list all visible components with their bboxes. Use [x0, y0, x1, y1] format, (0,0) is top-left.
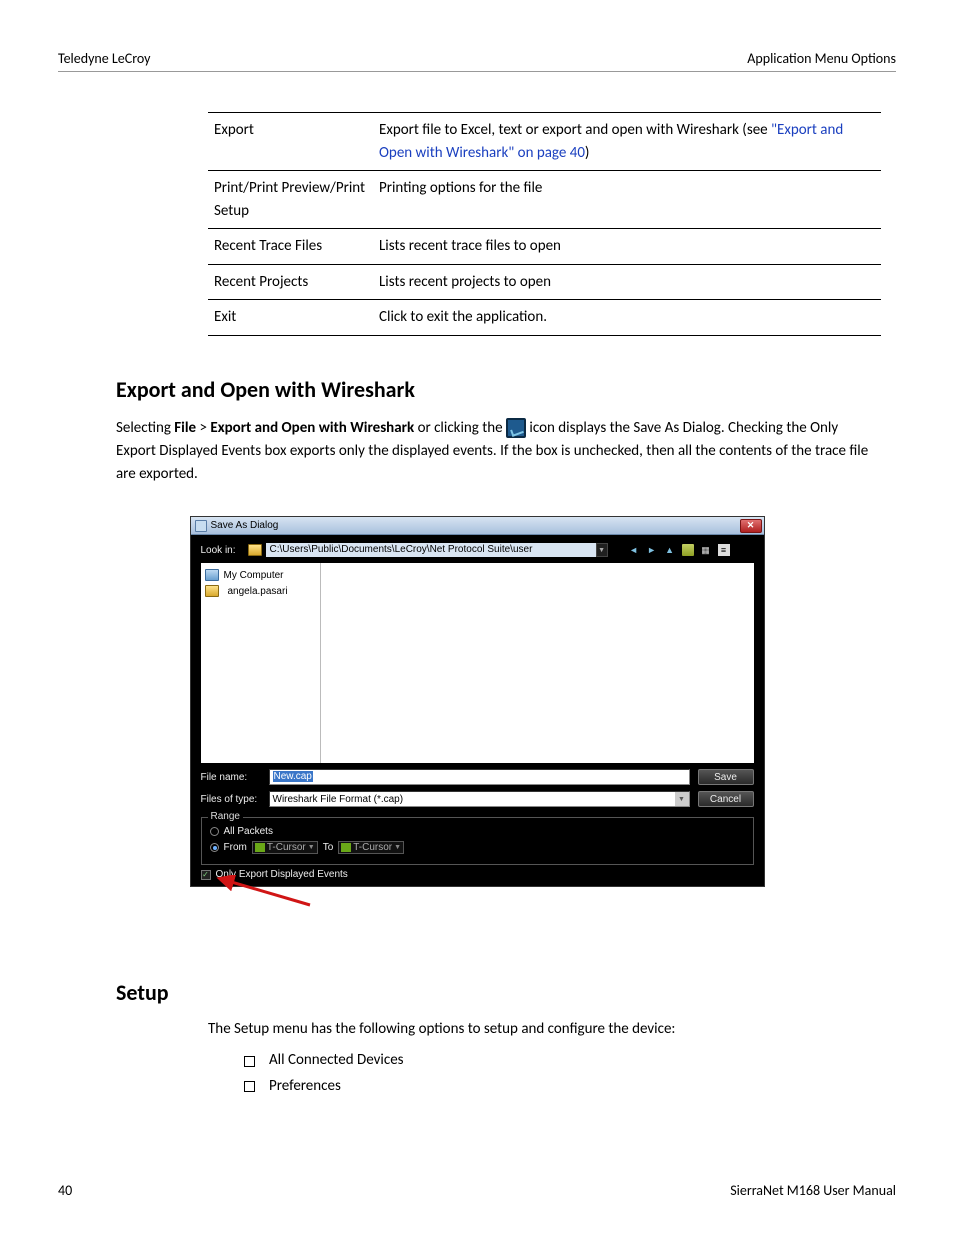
to-cursor-select[interactable]: T-Cursor▼: [338, 841, 404, 854]
table-row: Recent Trace Files Lists recent trace fi…: [208, 229, 881, 265]
dialog-icon: [195, 520, 207, 532]
from-cursor-select[interactable]: T-Cursor▼: [252, 841, 318, 854]
lookin-label: Look in:: [201, 545, 236, 556]
list-item: All Connected Devices: [244, 1048, 881, 1074]
setup-bullet-list: All Connected Devices Preferences: [208, 1048, 881, 1099]
save-button[interactable]: Save: [698, 769, 754, 785]
cell-desc: Click to exit the application.: [373, 300, 881, 336]
page-header: Teledyne LeCroy Application Menu Options: [58, 50, 896, 72]
lookin-combo[interactable]: C:\Users\Public\Documents\LeCroy\Net Pro…: [248, 543, 608, 557]
content-area: Export Export file to Excel, text or exp…: [58, 112, 896, 336]
page-footer: 40 SierraNet M168 User Manual: [58, 1182, 896, 1199]
filetype-select[interactable]: Wireshark File Format (*.cap) ▼: [269, 791, 690, 807]
wireshark-icon: [506, 418, 526, 438]
icons-view-icon[interactable]: ▦: [700, 544, 712, 556]
range-group: Range All Packets From T-Cursor▼ To T-Cu…: [201, 817, 754, 865]
back-icon[interactable]: ◄: [628, 544, 640, 556]
radio-icon: [210, 827, 219, 836]
list-view-icon[interactable]: ≡: [718, 544, 730, 556]
cell-desc: Lists recent trace files to open: [373, 229, 881, 265]
forward-icon[interactable]: ►: [646, 544, 658, 556]
cell-name: Recent Trace Files: [208, 229, 373, 265]
computer-icon: [205, 569, 219, 581]
table-row: Exit Click to exit the application.: [208, 300, 881, 336]
filename-input[interactable]: New.cap: [269, 769, 690, 785]
section-heading-setup: Setup: [116, 979, 881, 1006]
setup-intro: The Setup menu has the following options…: [208, 1020, 881, 1038]
red-arrow-annotation: [190, 887, 765, 919]
header-right: Application Menu Options: [747, 50, 896, 67]
cancel-button[interactable]: Cancel: [698, 791, 754, 807]
manual-title: SierraNet M168 User Manual: [730, 1182, 896, 1199]
cell-desc: Lists recent projects to open: [373, 264, 881, 300]
cell-name: Print/Print Preview/Print Setup: [208, 171, 373, 229]
filename-label: File name:: [201, 772, 261, 783]
section-heading-wireshark: Export and Open with Wireshark: [116, 376, 881, 403]
file-browser-area[interactable]: My Computer angela.pasari: [201, 563, 754, 763]
sidebar-item-user[interactable]: angela.pasari: [205, 583, 316, 599]
page-number: 40: [58, 1182, 72, 1199]
dropdown-arrow-icon[interactable]: ▼: [596, 543, 608, 557]
cell-desc: Export file to Excel, text or export and…: [373, 113, 881, 171]
radio-from-to[interactable]: From T-Cursor▼ To T-Cursor▼: [210, 839, 745, 856]
filetype-label: Files of type:: [201, 794, 261, 805]
radio-icon: [210, 843, 219, 852]
dialog-title-bar: Save As Dialog ✕: [191, 517, 764, 535]
lookin-path: C:\Users\Public\Documents\LeCroy\Net Pro…: [266, 543, 596, 557]
sidebar-item-computer[interactable]: My Computer: [205, 567, 316, 583]
table-row: Recent Projects Lists recent projects to…: [208, 264, 881, 300]
table-row: Print/Print Preview/Print Setup Printing…: [208, 171, 881, 229]
wireshark-paragraph: Selecting File > Export and Open with Wi…: [116, 417, 881, 487]
range-legend: Range: [208, 811, 243, 822]
save-as-dialog-screenshot: Save As Dialog ✕ Look in: C:\Users\Publi…: [190, 516, 765, 919]
new-folder-icon[interactable]: [682, 544, 694, 556]
cell-desc: Printing options for the file: [373, 171, 881, 229]
menu-options-table: Export Export file to Excel, text or exp…: [208, 112, 881, 336]
user-folder-icon: [205, 585, 219, 597]
up-icon[interactable]: ▲: [664, 544, 676, 556]
location-sidebar: My Computer angela.pasari: [201, 563, 321, 763]
table-row: Export Export file to Excel, text or exp…: [208, 113, 881, 171]
cell-name: Recent Projects: [208, 264, 373, 300]
dialog-title: Save As Dialog: [211, 520, 279, 531]
cell-name: Export: [208, 113, 373, 171]
list-item: Preferences: [244, 1074, 881, 1100]
radio-all-packets[interactable]: All Packets: [210, 824, 745, 839]
chevron-down-icon: ▼: [675, 792, 689, 806]
cell-name: Exit: [208, 300, 373, 336]
folder-icon: [248, 544, 262, 556]
close-button[interactable]: ✕: [740, 519, 762, 533]
header-left: Teledyne LeCroy: [58, 50, 151, 67]
